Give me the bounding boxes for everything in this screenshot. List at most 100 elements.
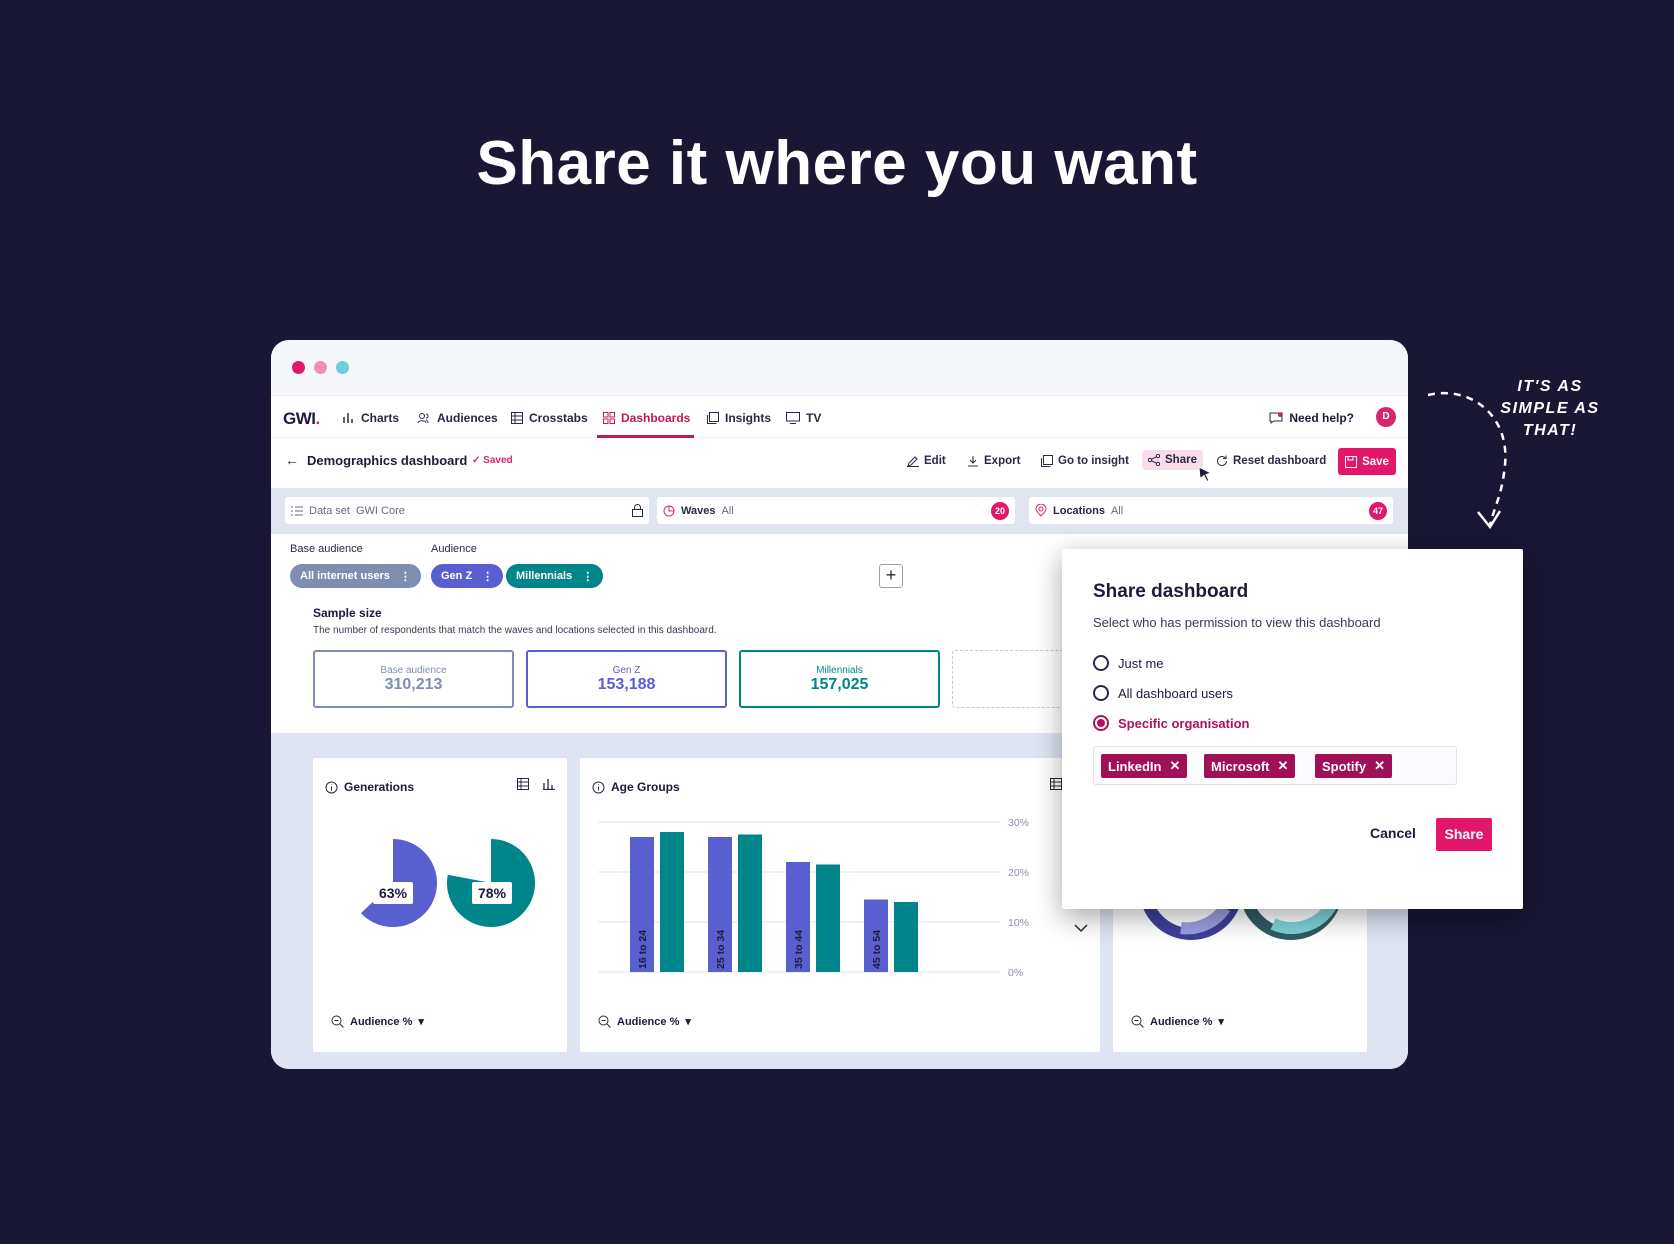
chart-view-icon[interactable] — [543, 778, 555, 790]
insights-icon — [707, 412, 719, 424]
waves-value: All — [721, 504, 734, 517]
nav-dashboards[interactable]: Dashboards — [603, 411, 690, 425]
base-audience-pill[interactable]: All internet users ⋮ — [290, 564, 421, 588]
radio-all-dashboard-users[interactable]: All dashboard users — [1093, 685, 1233, 701]
nav-label: Audiences — [437, 411, 498, 425]
reset-dashboard-button[interactable]: Reset dashboard — [1216, 455, 1326, 467]
cancel-button[interactable]: Cancel — [1370, 825, 1416, 841]
edit-button[interactable]: Edit — [907, 455, 946, 467]
sample-value: 157,025 — [810, 676, 869, 693]
close-dot[interactable] — [292, 361, 305, 374]
pie-label-millennials: 78% — [472, 882, 513, 904]
audience-pill-millennials[interactable]: Millennials ⋮ — [506, 564, 604, 588]
more-vertical-icon[interactable]: ⋮ — [400, 570, 411, 583]
lock-icon — [632, 504, 643, 517]
radio-circle[interactable] — [1093, 715, 1109, 731]
caret-down-icon: ▾ — [685, 1016, 691, 1028]
nav-crosstabs[interactable]: Crosstabs — [511, 411, 588, 425]
y-tick-label: 0% — [1008, 967, 1023, 979]
nav-tv[interactable]: TV — [786, 411, 821, 425]
radio-just-me[interactable]: Just me — [1093, 655, 1164, 671]
dataset-filter[interactable]: Data set GWI Core — [285, 497, 649, 524]
caret-down-icon: ▾ — [418, 1016, 424, 1028]
nav-charts[interactable]: Charts — [343, 411, 399, 425]
sample-label: Millennials — [816, 665, 863, 676]
age-groups-bar-chart: 0% 10% 20% 30% 16 to 24 25 to 34 35 to 44 45 to… — [598, 817, 1029, 979]
back-arrow-icon[interactable]: ← — [285, 452, 299, 468]
bar-chart-icon — [343, 413, 353, 423]
generations-pie-chart — [360, 839, 535, 927]
table-icon — [511, 412, 523, 424]
bar-2-1 — [816, 864, 840, 972]
need-help-button[interactable]: Need help? — [1269, 411, 1354, 425]
close-icon[interactable]: ✕ — [1278, 758, 1289, 774]
sample-box-base: Base audience 310,213 — [313, 650, 514, 708]
locations-filter[interactable]: Locations All 47 — [1029, 497, 1393, 524]
organisation-tag-input[interactable]: LinkedIn ✕ Microsoft ✕ Spotify ✕ — [1093, 746, 1457, 785]
nav-label: TV — [806, 411, 822, 425]
more-vertical-icon[interactable]: ⋮ — [482, 570, 493, 583]
waves-label: Waves — [681, 504, 716, 517]
table-view-icon[interactable] — [517, 778, 529, 790]
maximize-dot[interactable] — [336, 361, 349, 374]
locations-count-badge: 47 — [1369, 502, 1387, 520]
y-tick-label: 30% — [1008, 817, 1029, 829]
share-button[interactable]: Share — [1142, 450, 1203, 470]
sample-box-genz: Gen Z 153,188 — [526, 650, 727, 708]
nav-label: Crosstabs — [529, 411, 588, 425]
saved-status: ✓ Saved — [472, 455, 513, 466]
radio-circle[interactable] — [1093, 655, 1109, 671]
metric-dropdown[interactable]: Audience % ▾ — [1131, 1015, 1224, 1028]
y-tick-label: 20% — [1008, 867, 1029, 879]
table-view-icon[interactable] — [1050, 778, 1062, 790]
add-audience-button[interactable]: + — [879, 564, 903, 588]
gwi-logo[interactable]: GWI. — [283, 409, 320, 429]
chat-help-icon — [1269, 412, 1283, 424]
cursor-icon — [1198, 466, 1213, 483]
locations-label: Locations — [1053, 504, 1105, 517]
audience-label: Audience — [431, 543, 477, 555]
x-category-label: 35 to 44 — [793, 930, 805, 969]
list-icon — [291, 506, 303, 515]
info-icon — [592, 781, 605, 793]
nav-insights[interactable]: Insights — [707, 411, 771, 425]
x-category-label: 16 to 24 — [637, 930, 649, 969]
dashed-arrow-icon — [1427, 391, 1507, 530]
minimize-dot[interactable] — [314, 361, 327, 374]
avatar[interactable]: D — [1376, 407, 1396, 427]
insights-icon — [1041, 455, 1053, 467]
nav-label: Insights — [725, 411, 772, 425]
caret-down-icon: ▾ — [1218, 1016, 1224, 1028]
close-icon[interactable]: ✕ — [1169, 758, 1180, 774]
dataset-value: GWI Core — [355, 504, 405, 517]
radio-specific-organisation[interactable]: Specific organisation — [1093, 715, 1249, 731]
audience-pill-genz[interactable]: Gen Z ⋮ — [431, 564, 504, 588]
sample-box-millennials: Millennials 157,025 — [739, 650, 940, 708]
location-pin-icon — [1035, 504, 1047, 517]
generations-card: Generations 63% 78% Audience % ▾ — [313, 758, 567, 1052]
tag-microsoft: Microsoft ✕ — [1204, 754, 1296, 778]
dashboard-toolbar: ← Demographics dashboard ✓ Saved Edit Ex… — [271, 438, 1408, 488]
waves-filter[interactable]: Waves All 20 — [657, 497, 1015, 524]
save-button[interactable]: Save — [1338, 448, 1396, 475]
age-groups-card: Age Groups 0% 10% 20% 30% 16 to 24 25 to 34 35… — [580, 758, 1100, 1052]
bar-1-1 — [738, 834, 762, 972]
zoom-icon — [331, 1015, 344, 1028]
more-vertical-icon[interactable]: ⋮ — [582, 570, 593, 583]
go-to-insight-button[interactable]: Go to insight — [1041, 455, 1129, 467]
tv-icon — [786, 412, 800, 424]
metric-dropdown[interactable]: Audience % ▾ — [598, 1015, 691, 1028]
metric-dropdown[interactable]: Audience % ▾ — [331, 1015, 424, 1028]
base-audience-label: Base audience — [290, 543, 363, 555]
sample-value: 310,213 — [384, 676, 443, 693]
radio-circle[interactable] — [1093, 685, 1109, 701]
nav-audiences[interactable]: Audiences — [417, 411, 498, 425]
sample-label: Gen Z — [612, 665, 641, 676]
export-button[interactable]: Export — [967, 455, 1020, 467]
close-icon[interactable]: ✕ — [1374, 758, 1385, 774]
chevron-down-icon[interactable] — [1074, 924, 1088, 933]
dataset-label: Data set — [309, 504, 350, 517]
modal-title: Share dashboard — [1093, 581, 1249, 602]
bar-0-1 — [660, 832, 684, 972]
share-confirm-button[interactable]: Share — [1436, 818, 1492, 851]
